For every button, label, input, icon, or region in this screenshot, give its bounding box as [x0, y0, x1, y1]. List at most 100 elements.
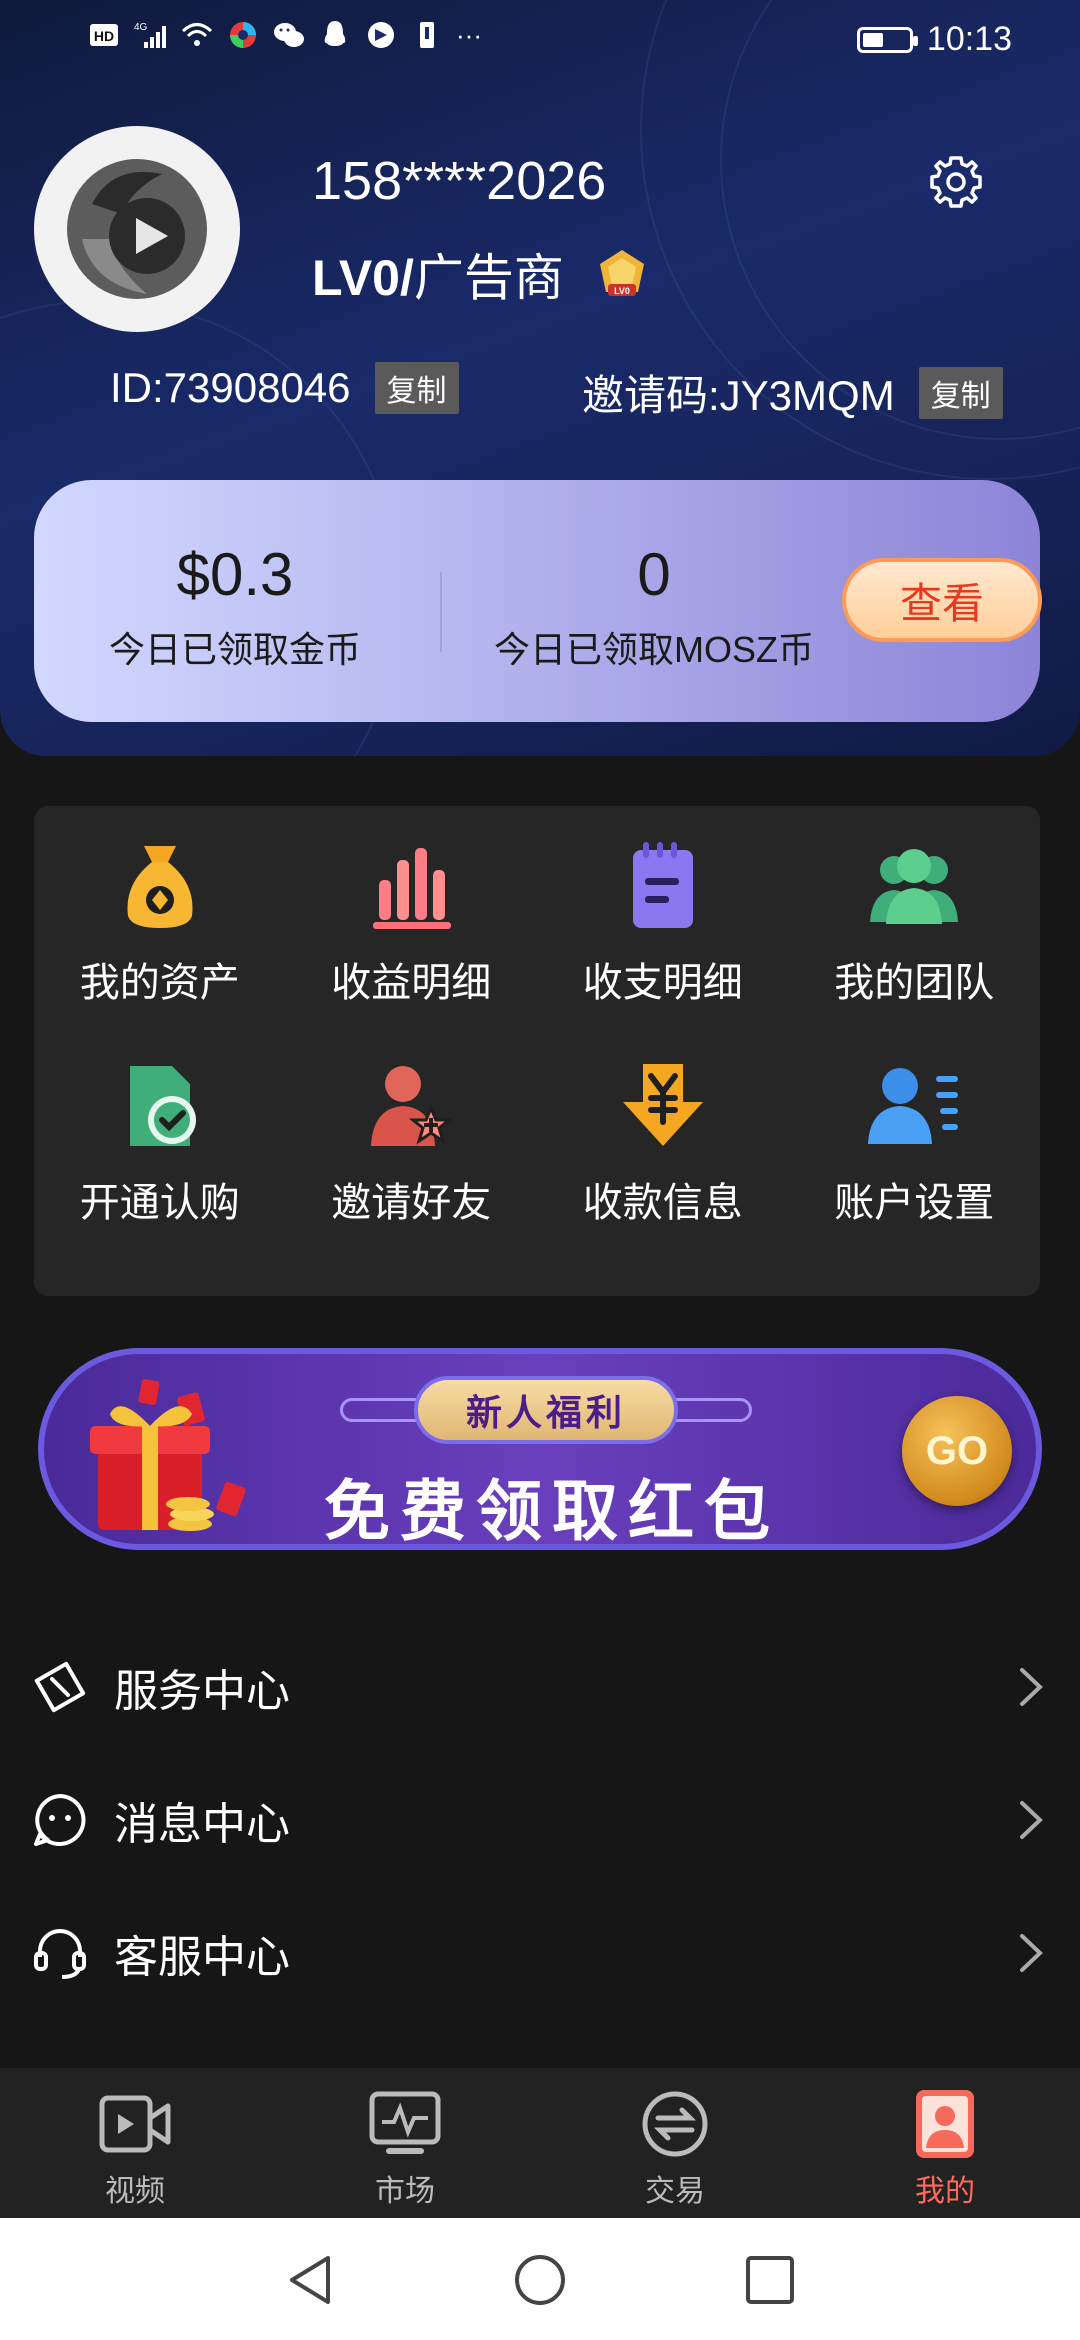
view-button[interactable]: 查看	[842, 558, 1042, 642]
profile-card-icon	[916, 2090, 974, 2158]
menu-item-income-expense[interactable]: 收支明细	[537, 836, 789, 1056]
notepad-icon	[632, 842, 693, 928]
list-item-service-center[interactable]: 服务中心	[0, 1620, 1080, 1753]
nav-trade[interactable]: 交易	[540, 2068, 810, 2218]
market-monitor-icon	[369, 2091, 441, 2154]
menu-label: 收益明细	[331, 961, 492, 1005]
go-button[interactable]: GO	[902, 1396, 1012, 1506]
menu-item-my-team[interactable]: 我的团队	[789, 836, 1041, 1056]
status-icons: HD 4G ···	[88, 18, 482, 52]
status-bar: HD 4G ··· 10:13	[0, 0, 1080, 80]
menu-item-payment-info[interactable]: 收款信息	[537, 1056, 789, 1276]
invite-user-icon	[371, 1066, 454, 1146]
team-icon	[870, 849, 959, 924]
coins-stat: $0.3 今日已领取金币	[100, 540, 370, 673]
nav-label: 我的	[915, 2175, 975, 2208]
money-bag-icon	[127, 846, 193, 928]
menu-label: 开通认购	[79, 1181, 240, 1225]
list-item-label: 客服中心	[114, 1932, 290, 1982]
ticket-icon	[34, 1661, 86, 1712]
user-id: ID:73908046	[110, 364, 351, 411]
invite-code: 邀请码:JY3MQM	[582, 372, 895, 419]
menu-grid: 我的资产 收益明细 收支明细 我的团队 开通认购 邀请好友 收款信息 账户设置	[34, 806, 1040, 1296]
nav-mine[interactable]: 我的	[810, 2068, 1080, 2218]
user-id-row: ID:73908046 复制	[110, 362, 459, 414]
menu-item-earnings-detail[interactable]: 收益明细	[286, 836, 538, 1056]
svg-text:HD: HD	[94, 28, 114, 44]
verified-doc-icon	[129, 1066, 196, 1146]
hd-icon: HD	[90, 24, 118, 46]
nav-video[interactable]: 视频	[0, 2068, 270, 2218]
bar-chart-icon	[373, 848, 452, 929]
menu-label: 收款信息	[582, 1181, 743, 1225]
menu-item-open-subscription[interactable]: 开通认购	[34, 1056, 286, 1276]
wechat-icon	[274, 23, 304, 47]
role-text: 广告商	[413, 250, 564, 306]
list-item-message-center[interactable]: 消息中心	[0, 1753, 1080, 1886]
video-camera-icon	[99, 2095, 171, 2153]
back-icon[interactable]	[282, 2252, 338, 2308]
nav-label: 视频	[105, 2175, 165, 2208]
chevron-right-icon	[1020, 1800, 1043, 1839]
mosz-value: 0	[637, 541, 671, 608]
menu-item-my-assets[interactable]: 我的资产	[34, 836, 286, 1056]
user-settings-icon	[868, 1068, 959, 1144]
invite-code-row: 邀请码:JY3MQM 复制	[582, 362, 1003, 423]
more-indicator: ···	[456, 19, 482, 50]
nav-market[interactable]: 市场	[270, 2068, 540, 2218]
copy-invite-button[interactable]: 复制	[918, 366, 1003, 419]
chevron-right-icon	[1020, 1667, 1043, 1706]
chat-bubble-icon	[34, 1793, 86, 1846]
menu-item-invite-friends[interactable]: 邀请好友	[286, 1056, 538, 1276]
chevron-right-icon	[1020, 1933, 1043, 1972]
avatar-logo-icon	[67, 159, 207, 299]
svg-text:LV0: LV0	[614, 286, 630, 296]
username: 158****2026	[312, 151, 607, 211]
gift-box-icon	[90, 1379, 246, 1531]
service-list: 服务中心 消息中心 客服中心	[0, 1620, 1080, 2019]
copy-id-button[interactable]: 复制	[374, 362, 459, 414]
nav-label: 交易	[645, 2175, 705, 2208]
headset-icon	[34, 1928, 86, 1979]
svg-text:4G: 4G	[134, 22, 148, 33]
app-icon	[230, 22, 256, 48]
card-divider	[440, 572, 442, 652]
menu-item-account-settings[interactable]: 账户设置	[789, 1056, 1041, 1276]
nav-label: 市场	[375, 2175, 435, 2208]
list-item-label: 消息中心	[114, 1799, 290, 1849]
newcomer-banner[interactable]: 新人福利 免费领取红包 GO	[38, 1348, 1042, 1550]
clock: 10:13	[926, 20, 1012, 58]
earnings-card: $0.3 今日已领取金币 0 今日已领取MOSZ币 查看	[34, 480, 1042, 722]
menu-label: 收支明细	[582, 961, 743, 1005]
coins-label: 今日已领取金币	[108, 629, 361, 670]
banner-title: 免费领取红包	[324, 1474, 780, 1548]
profile-header: HD 4G ··· 10:13 158****2026 LV0/广告商 LV0 …	[0, 0, 1080, 756]
status-right: 10:13	[856, 20, 1012, 59]
signal-4g-icon: 4G	[134, 22, 166, 48]
bottom-nav: 视频 市场 交易 我的	[0, 2068, 1080, 2218]
newcomer-badge: 新人福利	[414, 1376, 678, 1444]
gear-icon[interactable]	[926, 152, 986, 212]
exchange-icon	[642, 2091, 708, 2157]
sim-icon	[420, 22, 434, 48]
level-badge-icon: LV0	[599, 250, 644, 296]
qq-icon	[324, 21, 346, 46]
coins-value: $0.3	[176, 541, 294, 608]
avatar[interactable]	[34, 126, 240, 332]
mosz-stat: 0 今日已领取MOSZ币	[464, 540, 844, 673]
yuan-arrow-icon	[622, 1064, 703, 1146]
user-level: LV0/广告商 LV0	[312, 238, 650, 310]
recents-icon[interactable]	[742, 2252, 798, 2308]
battery-icon	[856, 26, 918, 53]
level-text: LV0/	[312, 250, 414, 306]
menu-label: 我的团队	[834, 961, 995, 1005]
wifi-icon	[181, 23, 213, 46]
home-icon[interactable]	[512, 2252, 568, 2308]
list-item-customer-service[interactable]: 客服中心	[0, 1886, 1080, 2019]
menu-label: 账户设置	[834, 1181, 995, 1225]
menu-label: 邀请好友	[331, 1181, 492, 1225]
list-item-label: 服务中心	[114, 1666, 290, 1716]
system-nav-bar	[0, 2218, 1080, 2340]
menu-label: 我的资产	[79, 961, 240, 1005]
mosz-label: 今日已领取MOSZ币	[494, 629, 814, 670]
